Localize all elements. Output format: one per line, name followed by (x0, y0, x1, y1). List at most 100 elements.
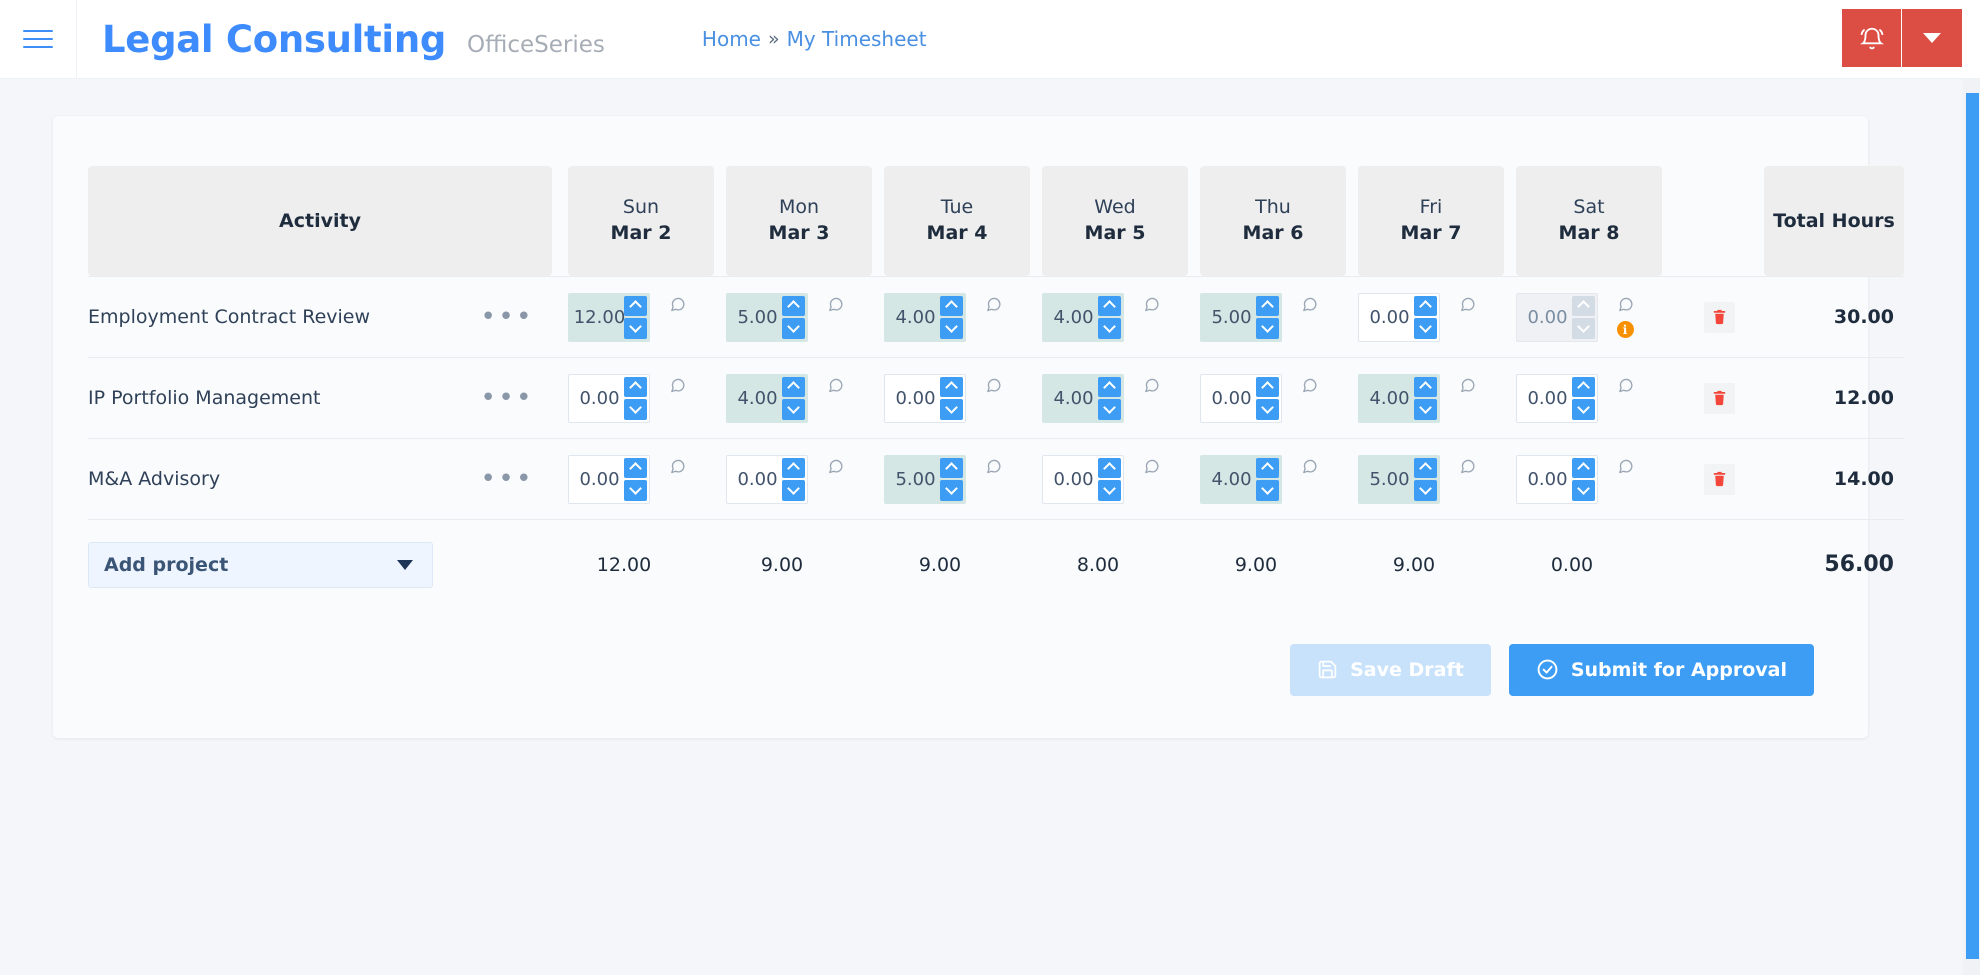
hours-input-day-4[interactable]: 0.00 (1200, 374, 1282, 423)
stepper-decrement-button[interactable] (1256, 480, 1279, 501)
stepper-decrement-button[interactable] (1256, 399, 1279, 420)
notifications-dropdown-button[interactable] (1902, 9, 1962, 67)
comment-button[interactable] (827, 458, 844, 480)
hours-input-day-5[interactable]: 0.00 (1358, 293, 1440, 342)
delete-row-button[interactable] (1704, 383, 1735, 414)
stepper-decrement-button[interactable] (1414, 480, 1437, 501)
hours-input-day-0[interactable]: 0.00 (568, 455, 650, 504)
stepper-decrement-button[interactable] (624, 480, 647, 501)
stepper-increment-button[interactable] (624, 377, 647, 398)
hours-input-day-1[interactable]: 5.00 (726, 293, 808, 342)
hours-input-day-3[interactable]: 4.00 (1042, 293, 1124, 342)
stepper-increment-button[interactable] (624, 458, 647, 479)
hours-input-day-4[interactable]: 4.00 (1200, 455, 1282, 504)
stepper-increment-button[interactable] (1098, 458, 1121, 479)
comment-button[interactable] (827, 296, 844, 318)
comment-button[interactable] (1617, 377, 1634, 399)
hours-input-day-6[interactable]: 0.00 (1516, 374, 1598, 423)
hours-input-day-5[interactable]: 4.00 (1358, 374, 1440, 423)
stepper-decrement-button[interactable] (1572, 480, 1595, 501)
comment-button[interactable] (1459, 377, 1476, 399)
notifications-button[interactable] (1842, 9, 1902, 67)
hours-input-day-2[interactable]: 5.00 (884, 455, 966, 504)
comment-button[interactable] (1143, 458, 1160, 480)
hours-input-day-3[interactable]: 4.00 (1042, 374, 1124, 423)
hours-input-day-4[interactable]: 5.00 (1200, 293, 1282, 342)
comment-button[interactable] (1143, 377, 1160, 399)
comment-button[interactable] (1301, 458, 1318, 480)
comment-button[interactable] (1143, 296, 1160, 318)
comment-button[interactable] (1459, 458, 1476, 480)
comment-button[interactable] (1459, 296, 1476, 318)
stepper-decrement-button[interactable] (1414, 399, 1437, 420)
stepper-decrement-button[interactable] (1414, 318, 1437, 339)
add-project-dropdown[interactable]: Add project (88, 542, 433, 588)
hours-input-day-6[interactable]: 0.00 (1516, 455, 1598, 504)
header-day-tue: Tue Mar 4 (884, 166, 1042, 277)
stepper-decrement-button[interactable] (782, 318, 805, 339)
stepper-decrement-button[interactable] (1572, 399, 1595, 420)
chevron-up-icon (947, 382, 956, 391)
stepper-increment-button[interactable] (782, 377, 805, 398)
comment-button[interactable] (985, 458, 1002, 480)
stepper-increment-button[interactable] (1098, 377, 1121, 398)
comment-button[interactable] (669, 458, 686, 480)
hours-input-day-0[interactable]: 12.00 (568, 293, 650, 342)
menu-toggle-button[interactable] (0, 0, 77, 79)
stepper-decrement-button[interactable] (1098, 480, 1121, 501)
hours-input-day-1[interactable]: 4.00 (726, 374, 808, 423)
stepper-decrement-button[interactable] (782, 480, 805, 501)
comment-button[interactable] (669, 377, 686, 399)
stepper-increment-button[interactable] (1256, 377, 1279, 398)
breadcrumb-home-link[interactable]: Home (702, 27, 761, 51)
stepper-decrement-button[interactable] (624, 318, 647, 339)
hours-input-day-3[interactable]: 0.00 (1042, 455, 1124, 504)
save-draft-button[interactable]: Save Draft (1290, 644, 1491, 696)
hours-input-day-0[interactable]: 0.00 (568, 374, 650, 423)
row-menu-button[interactable]: ••• (476, 305, 538, 329)
info-badge[interactable]: i (1617, 321, 1634, 338)
stepper-decrement-button[interactable] (940, 318, 963, 339)
comment-button[interactable] (669, 296, 686, 318)
stepper-increment-button[interactable] (1414, 377, 1437, 398)
stepper-increment-button[interactable] (940, 296, 963, 317)
stepper-increment-button[interactable] (782, 458, 805, 479)
delete-row-button[interactable] (1704, 302, 1735, 333)
page-vertical-scrollbar[interactable] (1963, 79, 1980, 975)
stepper-increment-button[interactable] (1414, 458, 1437, 479)
hours-input-day-1[interactable]: 0.00 (726, 455, 808, 504)
comment-button[interactable] (1617, 458, 1634, 480)
hours-input-day-5[interactable]: 5.00 (1358, 455, 1440, 504)
row-menu-button[interactable]: ••• (476, 386, 538, 410)
stepper-decrement-button[interactable] (782, 399, 805, 420)
stepper-increment-button[interactable] (940, 458, 963, 479)
comment-button[interactable] (1617, 296, 1634, 318)
comment-button[interactable] (985, 377, 1002, 399)
stepper-decrement-button[interactable] (940, 480, 963, 501)
stepper-increment-button[interactable] (1414, 296, 1437, 317)
stepper-increment-button[interactable] (1256, 458, 1279, 479)
stepper-decrement-button[interactable] (624, 399, 647, 420)
breadcrumb-current-link[interactable]: My Timesheet (787, 27, 927, 51)
scrollbar-thumb[interactable] (1966, 93, 1979, 959)
comment-button[interactable] (985, 296, 1002, 318)
delete-row-button[interactable] (1704, 464, 1735, 495)
hours-input-day-2[interactable]: 4.00 (884, 293, 966, 342)
stepper-increment-button[interactable] (1572, 458, 1595, 479)
hours-input-day-2[interactable]: 0.00 (884, 374, 966, 423)
stepper-increment-button[interactable] (782, 296, 805, 317)
stepper-decrement-button[interactable] (1256, 318, 1279, 339)
stepper-increment-button[interactable] (940, 377, 963, 398)
stepper-decrement-button[interactable] (940, 399, 963, 420)
comment-button[interactable] (1301, 296, 1318, 318)
stepper-decrement-button[interactable] (1098, 318, 1121, 339)
stepper-increment-button[interactable] (624, 296, 647, 317)
stepper-increment-button[interactable] (1572, 377, 1595, 398)
stepper-increment-button[interactable] (1098, 296, 1121, 317)
stepper-increment-button[interactable] (1256, 296, 1279, 317)
row-menu-button[interactable]: ••• (476, 467, 538, 491)
comment-button[interactable] (827, 377, 844, 399)
submit-for-approval-button[interactable]: Submit for Approval (1509, 644, 1814, 696)
stepper-decrement-button[interactable] (1098, 399, 1121, 420)
comment-button[interactable] (1301, 377, 1318, 399)
